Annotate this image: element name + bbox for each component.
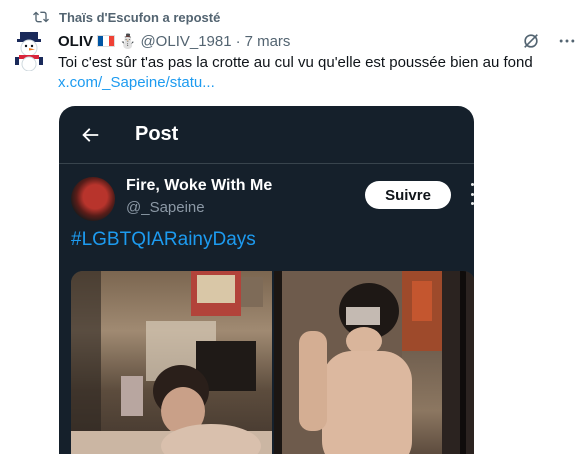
quoted-avatar[interactable] (71, 177, 115, 221)
embedded-post-card[interactable]: Post Fire, Woke With Me @_Sapeine Suivre… (59, 106, 474, 454)
photo-right[interactable] (274, 271, 474, 454)
embed-header: Post (59, 106, 474, 164)
separator-dot: · (235, 32, 241, 50)
grok-icon[interactable] (521, 31, 541, 51)
french-flag-icon (97, 35, 116, 47)
more-vertical-icon[interactable] (466, 183, 474, 205)
repost-indicator[interactable]: Thaïs d'Escufon a reposté (33, 8, 220, 26)
quoted-author: Fire, Woke With Me @_Sapeine Suivre (71, 177, 474, 221)
author-name[interactable]: OLIV (58, 33, 93, 50)
photo-left[interactable] (71, 271, 272, 454)
quoted-author-handle[interactable]: @_Sapeine (126, 199, 205, 216)
follow-button[interactable]: Suivre (365, 181, 451, 209)
tweet-header: OLIV ⛄ @OLIV_1981 · 7 mars (58, 31, 577, 51)
quoted-author-name[interactable]: Fire, Woke With Me (126, 177, 272, 195)
back-arrow-icon[interactable] (79, 124, 101, 146)
embed-title: Post (135, 123, 179, 145)
hashtag-link[interactable]: #LGBTQIARainyDays (71, 229, 256, 251)
author-avatar[interactable] (11, 31, 47, 72)
media-grid (71, 271, 474, 454)
repost-label: Thaïs d'Escufon a reposté (59, 9, 221, 25)
tweet-date[interactable]: 7 mars (245, 33, 291, 50)
more-options-icon[interactable] (557, 31, 577, 51)
author-handle[interactable]: @OLIV_1981 (140, 33, 231, 50)
repost-icon (33, 9, 49, 25)
snowman-emoji: ⛄ (119, 32, 137, 49)
tweet-link[interactable]: x.com/_Sapeine/statu... (58, 73, 215, 93)
tweet-text: Toi c'est sûr t'as pas la crotte au cul … (58, 54, 533, 71)
